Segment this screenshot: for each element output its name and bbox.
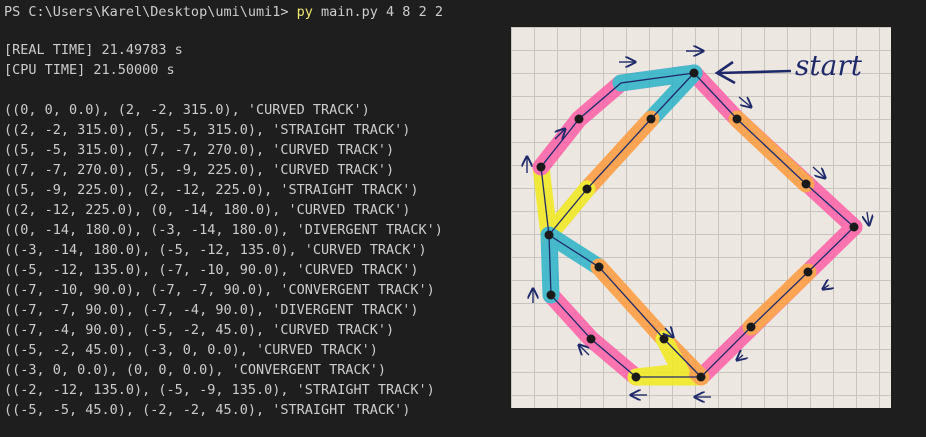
output-line: ((5, -9, 225.0), (2, -12, 225.0), 'STRAI… [4, 182, 419, 198]
track-sketch-photo: start [511, 27, 891, 408]
cpu-time-line: [CPU TIME] 21.50000 s [4, 62, 175, 78]
command-args: main.py 4 8 2 2 [321, 4, 443, 20]
output-line: ((2, -2, 315.0), (5, -5, 315.0), 'STRAIG… [4, 122, 411, 138]
output-line: ((-7, -10, 90.0), (-7, -7, 90.0), 'CONVE… [4, 282, 435, 298]
output-line: ((-2, -12, 135.0), (-5, -9, 135.0), 'STR… [4, 382, 435, 398]
output-line: ((-7, -4, 90.0), (-5, -2, 45.0), 'CURVED… [4, 322, 395, 338]
start-arrow [718, 69, 792, 75]
prompt-line: PS C:\Users\Karel\Desktop\umi\umi1> py m… [4, 2, 443, 22]
output-line: ((-7, -7, 90.0), (-7, -4, 90.0), 'DIVERG… [4, 302, 419, 318]
output-line: ((2, -12, 225.0), (0, -14, 180.0), 'CURV… [4, 202, 411, 218]
output-line: ((0, -14, 180.0), (-3, -14, 180.0), 'DIV… [4, 222, 443, 238]
output-line: ((-5, -12, 135.0), (-7, -10, 90.0), 'CUR… [4, 262, 419, 278]
command-name: py [296, 4, 313, 20]
prompt-path: PS C:\Users\Karel\Desktop\umi\umi1> [4, 4, 289, 20]
output-line: ((-3, 0, 0.0), (0, 0, 0.0), 'CONVERGENT … [4, 362, 387, 378]
output-line: ((0, 0, 0.0), (2, -2, 315.0), 'CURVED TR… [4, 102, 370, 118]
start-label: start [795, 49, 863, 82]
output-line: ((5, -5, 315.0), (7, -7, 270.0), 'CURVED… [4, 142, 395, 158]
track-sketch-drawing: start [511, 27, 891, 408]
output-line: ((7, -7, 270.0), (5, -9, 225.0), 'CURVED… [4, 162, 395, 178]
real-time-line: [REAL TIME] 21.49783 s [4, 42, 183, 58]
output-line: ((-5, -5, 45.0), (-2, -2, 45.0), 'STRAIG… [4, 402, 411, 418]
output-line: ((-3, -14, 180.0), (-5, -12, 135.0), 'CU… [4, 242, 427, 258]
output-line: ((-5, -2, 45.0), (-3, 0, 0.0), 'CURVED T… [4, 342, 378, 358]
terminal-window: PS C:\Users\Karel\Desktop\umi\umi1> py m… [0, 0, 926, 437]
